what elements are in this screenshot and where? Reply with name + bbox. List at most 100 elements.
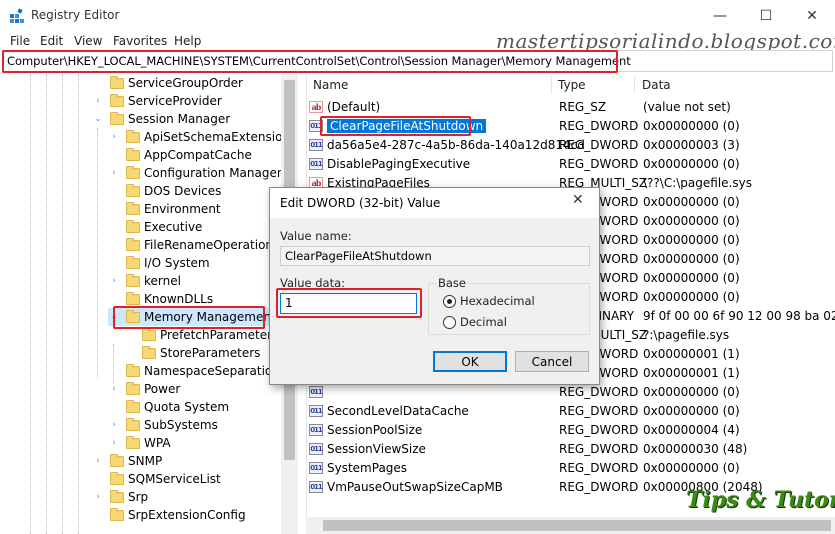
folder-icon xyxy=(126,165,140,179)
chevron-down-icon[interactable]: ⌄ xyxy=(92,114,104,124)
tree-item-label: kernel xyxy=(144,274,181,288)
folder-icon xyxy=(126,399,140,413)
value-row[interactable]: 011 da56a5e4-287c-4a5b-86da-140a12d814cd R… xyxy=(309,135,834,154)
tree-item[interactable]: Quota System xyxy=(108,398,229,416)
tree-item[interactable]: › kernel xyxy=(108,272,181,290)
tree-item[interactable]: Environment xyxy=(108,200,221,218)
address-highlight xyxy=(2,50,618,73)
value-data: (value not set) xyxy=(643,99,731,114)
column-data-header[interactable]: Data xyxy=(642,78,671,92)
value-name[interactable]: VmPauseOutSwapSizeCapMB xyxy=(327,480,503,494)
value-row[interactable]: ab (Default) REG_SZ (value not set) xyxy=(309,97,834,116)
tree-item[interactable]: › Power xyxy=(108,380,180,398)
radio-button[interactable] xyxy=(443,315,456,329)
value-name[interactable]: SecondLevelDataCache xyxy=(327,404,469,418)
tree-item[interactable]: › SNMP xyxy=(92,452,162,470)
value-row[interactable]: 011 SessionViewSize REG_DWORD 0x00000030 (4… xyxy=(309,439,834,458)
value-row[interactable]: 011 SecondLevelDataCache REG_DWORD 0x000000… xyxy=(309,401,834,420)
radio-button-checked[interactable] xyxy=(443,294,456,308)
chevron-right-icon[interactable]: › xyxy=(108,420,120,430)
tree-item[interactable]: Executive xyxy=(108,218,202,236)
hexadecimal-radio[interactable]: Hexadecimal xyxy=(443,294,535,308)
value-type: REG_SZ xyxy=(559,99,607,114)
tree-item[interactable]: NamespaceSeparation xyxy=(108,362,280,380)
tree-item[interactable]: AppCompatCache xyxy=(108,146,252,164)
tree-item[interactable]: DOS Devices xyxy=(108,182,221,200)
value-row[interactable]: 011 SystemPages REG_DWORD 0x00000000 (0) xyxy=(309,458,834,477)
decimal-radio[interactable]: Decimal xyxy=(443,315,507,329)
tree-item-label: Quota System xyxy=(144,400,230,414)
tree-guide-line xyxy=(113,344,114,384)
tree-item[interactable]: ⌄ Session Manager xyxy=(92,110,230,128)
tree-item[interactable]: SQMServiceList xyxy=(92,470,221,488)
tree-item[interactable]: StoreParameters xyxy=(124,344,260,362)
value-type: REG_DWORD xyxy=(559,422,639,437)
chevron-right-icon[interactable]: › xyxy=(92,492,104,502)
value-name-field: ClearPageFileAtShutdown xyxy=(280,246,590,266)
value-data: 0x00000000 (0) xyxy=(643,384,740,399)
key-tree[interactable]: ServiceGroupOrder › ServiceProvider ⌄ Sessio… xyxy=(0,74,298,534)
column-divider[interactable] xyxy=(551,76,552,94)
folder-icon xyxy=(110,93,124,107)
list-scrollbar-thumb[interactable] xyxy=(323,520,831,531)
maximize-button[interactable]: ☐ xyxy=(743,0,789,32)
tree-item-label: ServiceGroupOrder xyxy=(128,76,243,90)
value-name[interactable]: da56a5e4-287c-4a5b-86da-140a12d814cd xyxy=(327,138,585,152)
value-name[interactable]: SessionViewSize xyxy=(327,442,426,456)
value-type: REG_DWORD xyxy=(559,460,639,475)
minimize-button[interactable]: — xyxy=(697,0,743,32)
cancel-button[interactable]: Cancel xyxy=(515,351,589,372)
chevron-right-icon[interactable]: › xyxy=(92,456,104,466)
column-divider[interactable] xyxy=(634,76,635,94)
menu-edit[interactable]: Edit xyxy=(40,34,63,48)
tree-item-label: Executive xyxy=(144,220,203,234)
tree-item[interactable]: › SubSystems xyxy=(108,416,218,434)
value-row[interactable]: 011 DisablePagingExecutive REG_DWORD 0x0000… xyxy=(309,154,834,173)
tree-item[interactable]: › ServiceProvider xyxy=(92,92,222,110)
value-data: 0x00000000 (0) xyxy=(643,232,740,247)
folder-icon xyxy=(126,417,140,431)
tree-item[interactable]: › WPA xyxy=(108,434,171,452)
value-name[interactable]: (Default) xyxy=(327,100,380,114)
menu-help[interactable]: Help xyxy=(174,34,201,48)
folder-icon xyxy=(126,255,140,269)
chevron-right-icon[interactable]: › xyxy=(108,168,120,178)
tree-item[interactable]: I/O System xyxy=(108,254,210,272)
tree-item-label: StoreParameters xyxy=(160,346,261,360)
value-data: 0x00000000 (0) xyxy=(643,194,740,209)
chevron-right-icon[interactable]: › xyxy=(108,276,120,286)
folder-icon xyxy=(110,507,124,521)
value-name[interactable]: SessionPoolSize xyxy=(327,423,422,437)
binary-value-icon: 011 xyxy=(309,442,323,455)
value-type: REG_DWORD xyxy=(559,137,639,152)
chevron-right-icon[interactable]: › xyxy=(108,384,120,394)
value-name[interactable]: SystemPages xyxy=(327,461,407,475)
value-row[interactable]: 011 SessionPoolSize REG_DWORD 0x00000004 (4… xyxy=(309,420,834,439)
value-name[interactable]: DisablePagingExecutive xyxy=(327,157,470,171)
tree-item[interactable]: › Configuration Manager xyxy=(108,164,282,182)
dialog-close-button[interactable]: ✕ xyxy=(572,192,584,208)
tree-item[interactable]: › Srp xyxy=(92,488,148,506)
folder-icon xyxy=(126,219,140,233)
chevron-right-icon[interactable]: › xyxy=(92,96,104,106)
folder-icon xyxy=(142,327,156,341)
menu-file[interactable]: File xyxy=(10,34,30,48)
tree-item-label: AppCompatCache xyxy=(144,148,252,162)
value-type: REG_DWORD xyxy=(559,479,639,494)
menu-favorites[interactable]: Favorites xyxy=(113,34,167,48)
tree-item[interactable]: FileRenameOperations xyxy=(108,236,279,254)
tree-item[interactable]: › ApiSetSchemaExtensions xyxy=(108,128,296,146)
value-data: 0x00000000 (0) xyxy=(643,289,740,304)
folder-icon xyxy=(126,381,140,395)
tree-item[interactable]: ServiceGroupOrder xyxy=(92,74,243,92)
tree-item-label: I/O System xyxy=(144,256,210,270)
chevron-right-icon[interactable]: › xyxy=(108,438,120,448)
close-button[interactable]: ✕ xyxy=(789,0,835,32)
ok-button[interactable]: OK xyxy=(433,351,507,372)
tree-item[interactable]: SrpExtensionConfig xyxy=(92,506,246,524)
column-type-header[interactable]: Type xyxy=(558,78,586,92)
column-name-header[interactable]: Name xyxy=(313,78,348,92)
chevron-right-icon[interactable]: › xyxy=(108,132,120,142)
tree-guide-line xyxy=(78,74,79,534)
menu-view[interactable]: View xyxy=(74,34,102,48)
